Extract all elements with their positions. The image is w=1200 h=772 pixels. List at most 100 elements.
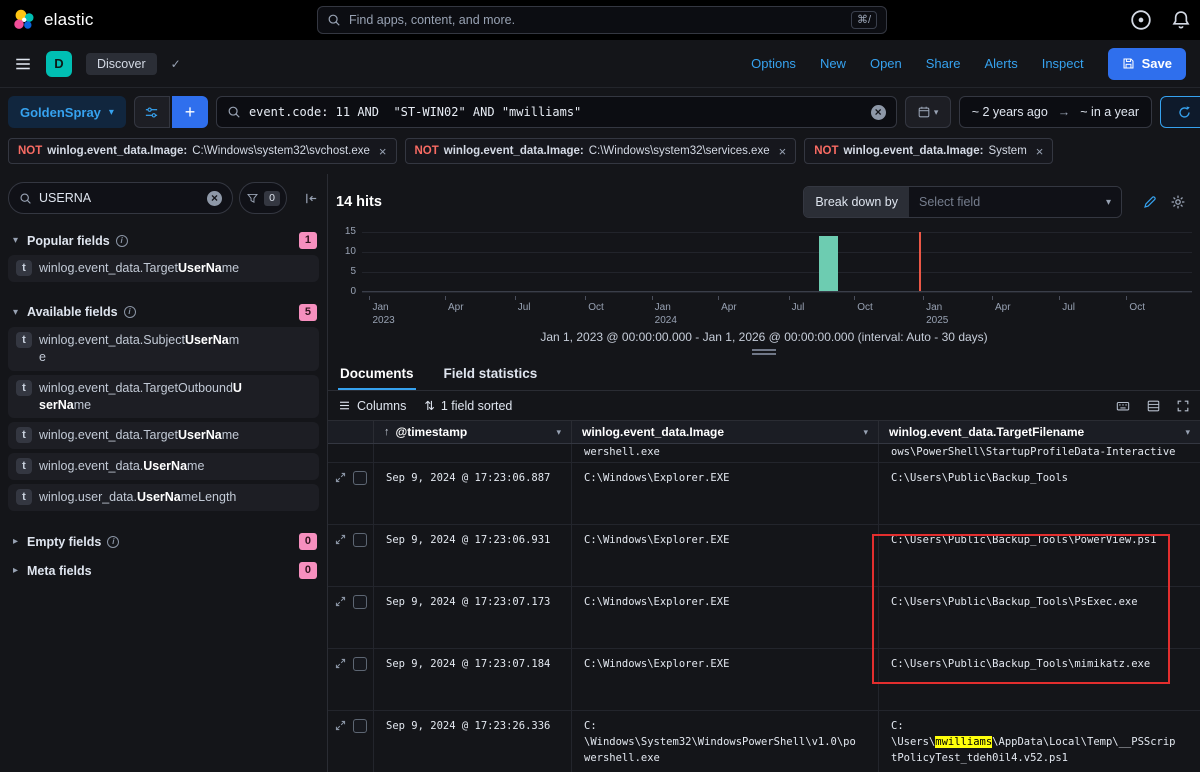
resize-handle[interactable] xyxy=(752,349,776,355)
row-checkbox[interactable] xyxy=(353,533,367,547)
y-gridline xyxy=(362,272,1192,273)
histogram-bar[interactable] xyxy=(818,236,838,291)
y-axis-label: 10 xyxy=(344,246,356,257)
columns-button[interactable]: Columns xyxy=(338,399,406,413)
sort-fields-button[interactable]: ⇅ 1 field sorted xyxy=(424,398,513,414)
timestamp-column-header[interactable]: ↑ @timestamp ▾ xyxy=(374,421,572,443)
panel-resize-row xyxy=(328,346,1200,358)
sliders-icon xyxy=(146,107,158,117)
field-item-target-username[interactable]: t winlog.event_data.TargetUserName xyxy=(8,255,319,282)
row-checkbox[interactable] xyxy=(353,595,367,609)
nav-link-open[interactable]: Open xyxy=(870,56,902,71)
expand-row-icon[interactable] xyxy=(334,471,347,484)
data-view-picker[interactable]: GoldenSpray ▾ xyxy=(8,96,126,128)
field-name-match: UserNa xyxy=(136,490,181,505)
remove-filter-icon[interactable]: × xyxy=(1036,144,1044,159)
space-avatar[interactable]: D xyxy=(46,50,72,77)
field-name-pre: winlog.event_data. xyxy=(39,459,144,474)
sorted-label: 1 field sorted xyxy=(440,398,513,413)
clear-query-icon[interactable]: × xyxy=(870,104,886,120)
field-item-subject-username[interactable]: t winlog.event_data.SubjectUserNam e xyxy=(8,326,319,371)
remove-filter-icon[interactable]: × xyxy=(379,144,387,159)
remove-filter-icon[interactable]: × xyxy=(779,144,787,159)
current-time-marker xyxy=(918,232,921,291)
image-column-label: winlog.event_data.Image xyxy=(582,425,725,439)
field-filter-button[interactable]: 0 xyxy=(239,182,287,214)
filter-pill-system[interactable]: NOT winlog.event_data.Image: System × xyxy=(804,138,1054,164)
filter-pill-svchost[interactable]: NOT winlog.event_data.Image: C:\Windows\… xyxy=(8,138,397,164)
row-checkbox[interactable] xyxy=(353,471,367,485)
keyboard-shortcuts-icon[interactable] xyxy=(1115,399,1131,413)
image-column-header[interactable]: winlog.event_data.Image ▾ xyxy=(572,421,879,443)
histogram-plot[interactable] xyxy=(362,232,1192,293)
field-search[interactable]: × xyxy=(8,182,233,214)
table-row-partial[interactable]: wershell.exe ows\PowerShell\StartupProfi… xyxy=(328,444,1200,463)
discover-main: 14 hits Break down by Select field ▾ 0 5… xyxy=(328,174,1200,772)
menu-icon[interactable] xyxy=(14,55,32,73)
popular-fields-count-badge: 1 xyxy=(298,232,317,249)
query-input[interactable] xyxy=(248,105,863,119)
column-actions-icon[interactable]: ▾ xyxy=(863,427,868,438)
refresh-query-button[interactable] xyxy=(1160,96,1200,128)
edit-visualization-icon[interactable] xyxy=(1142,194,1158,210)
expand-row-icon[interactable] xyxy=(334,533,347,546)
meta-fields-header[interactable]: ▸ Meta fields 0 xyxy=(8,556,319,585)
nav-link-options[interactable]: Options xyxy=(751,56,796,71)
grid-rows: wershell.exe ows\PowerShell\StartupProfi… xyxy=(328,444,1200,772)
timestamp-cell: Sep 9, 2024 @ 17:23:07.173 xyxy=(374,587,572,648)
available-fields-header[interactable]: ▾ Available fields i 5 xyxy=(8,298,319,327)
column-actions-icon[interactable]: ▾ xyxy=(556,427,561,438)
global-search[interactable]: ⌘/ xyxy=(317,6,887,34)
nav-link-inspect[interactable]: Inspect xyxy=(1042,56,1084,71)
query-input-wrapper[interactable]: × xyxy=(215,96,897,128)
refresh-icon xyxy=(1178,106,1190,118)
breadcrumb-discover[interactable]: Discover xyxy=(86,52,157,75)
table-row[interactable]: Sep 9, 2024 @ 17:23:07.173 C:\Windows\Ex… xyxy=(328,587,1200,649)
global-search-input[interactable] xyxy=(349,13,843,27)
field-item-target-outbound-username[interactable]: t winlog.event_data.TargetOutboundU serN… xyxy=(8,374,319,419)
saved-query-menu-button[interactable] xyxy=(133,96,170,128)
add-filter-button[interactable]: + xyxy=(171,96,208,128)
target-filename-column-header[interactable]: winlog.event_data.TargetFilename ▾ xyxy=(879,421,1200,443)
field-search-input[interactable] xyxy=(39,191,200,205)
field-item-username[interactable]: t winlog.event_data.UserName xyxy=(8,453,319,481)
clear-field-search-icon[interactable]: × xyxy=(207,190,222,206)
tab-documents[interactable]: Documents xyxy=(338,360,416,390)
tab-field-statistics[interactable]: Field statistics xyxy=(442,360,540,390)
breakdown-select[interactable]: Select field ▾ xyxy=(909,187,1121,217)
field-name-post: meLength xyxy=(180,490,237,505)
date-range-start[interactable]: ~ 2 years ago xyxy=(972,105,1048,119)
expand-row-icon[interactable] xyxy=(334,657,347,670)
nav-link-share[interactable]: Share xyxy=(926,56,961,71)
table-row[interactable]: Sep 9, 2024 @ 17:23:06.931 C:\Windows\Ex… xyxy=(328,525,1200,587)
fullscreen-icon[interactable] xyxy=(1176,399,1190,413)
table-row[interactable]: Sep 9, 2024 @ 17:23:26.336 C: \Windows\S… xyxy=(328,711,1200,772)
popular-fields-header[interactable]: ▾ Popular fields i 1 xyxy=(8,226,319,255)
result-tabs: Documents Field statistics xyxy=(328,358,1200,391)
row-checkbox[interactable] xyxy=(353,719,367,733)
query-bar: GoldenSpray ▾ + × xyxy=(0,88,1200,136)
table-row[interactable]: Sep 9, 2024 @ 17:23:07.184 C:\Windows\Ex… xyxy=(328,649,1200,711)
collapse-sidebar-button[interactable] xyxy=(299,186,323,210)
field-item-target-username[interactable]: t winlog.event_data.TargetUserName xyxy=(8,422,319,450)
date-range-end[interactable]: ~ in a year xyxy=(1080,105,1139,119)
field-item-username-length[interactable]: t winlog.user_data.UserNameLength xyxy=(8,484,319,511)
empty-fields-header[interactable]: ▸ Empty fields i 0 xyxy=(8,527,319,556)
filter-pill-services[interactable]: NOT winlog.event_data.Image: C:\Windows\… xyxy=(404,138,797,164)
nav-link-new[interactable]: New xyxy=(820,56,846,71)
y-axis-label: 0 xyxy=(350,286,356,297)
notifications-bell-icon[interactable] xyxy=(1170,9,1192,31)
user-avatar-icon[interactable] xyxy=(1130,9,1152,31)
display-options-icon[interactable] xyxy=(1146,399,1161,413)
nav-link-alerts[interactable]: Alerts xyxy=(984,56,1017,71)
meta-fields-count-badge: 0 xyxy=(298,562,317,579)
target-filename-cell: C:\Users\Public\Backup_Tools xyxy=(879,463,1200,524)
expand-row-icon[interactable] xyxy=(334,595,347,608)
row-checkbox[interactable] xyxy=(353,657,367,671)
table-row[interactable]: Sep 9, 2024 @ 17:23:06.887 C:\Windows\Ex… xyxy=(328,463,1200,525)
column-actions-icon[interactable]: ▾ xyxy=(1185,427,1190,438)
date-picker-button[interactable]: ▾ xyxy=(904,96,951,128)
chart-options-gear-icon[interactable] xyxy=(1170,194,1186,210)
save-button[interactable]: Save xyxy=(1107,47,1186,80)
expand-row-icon[interactable] xyxy=(334,719,347,732)
